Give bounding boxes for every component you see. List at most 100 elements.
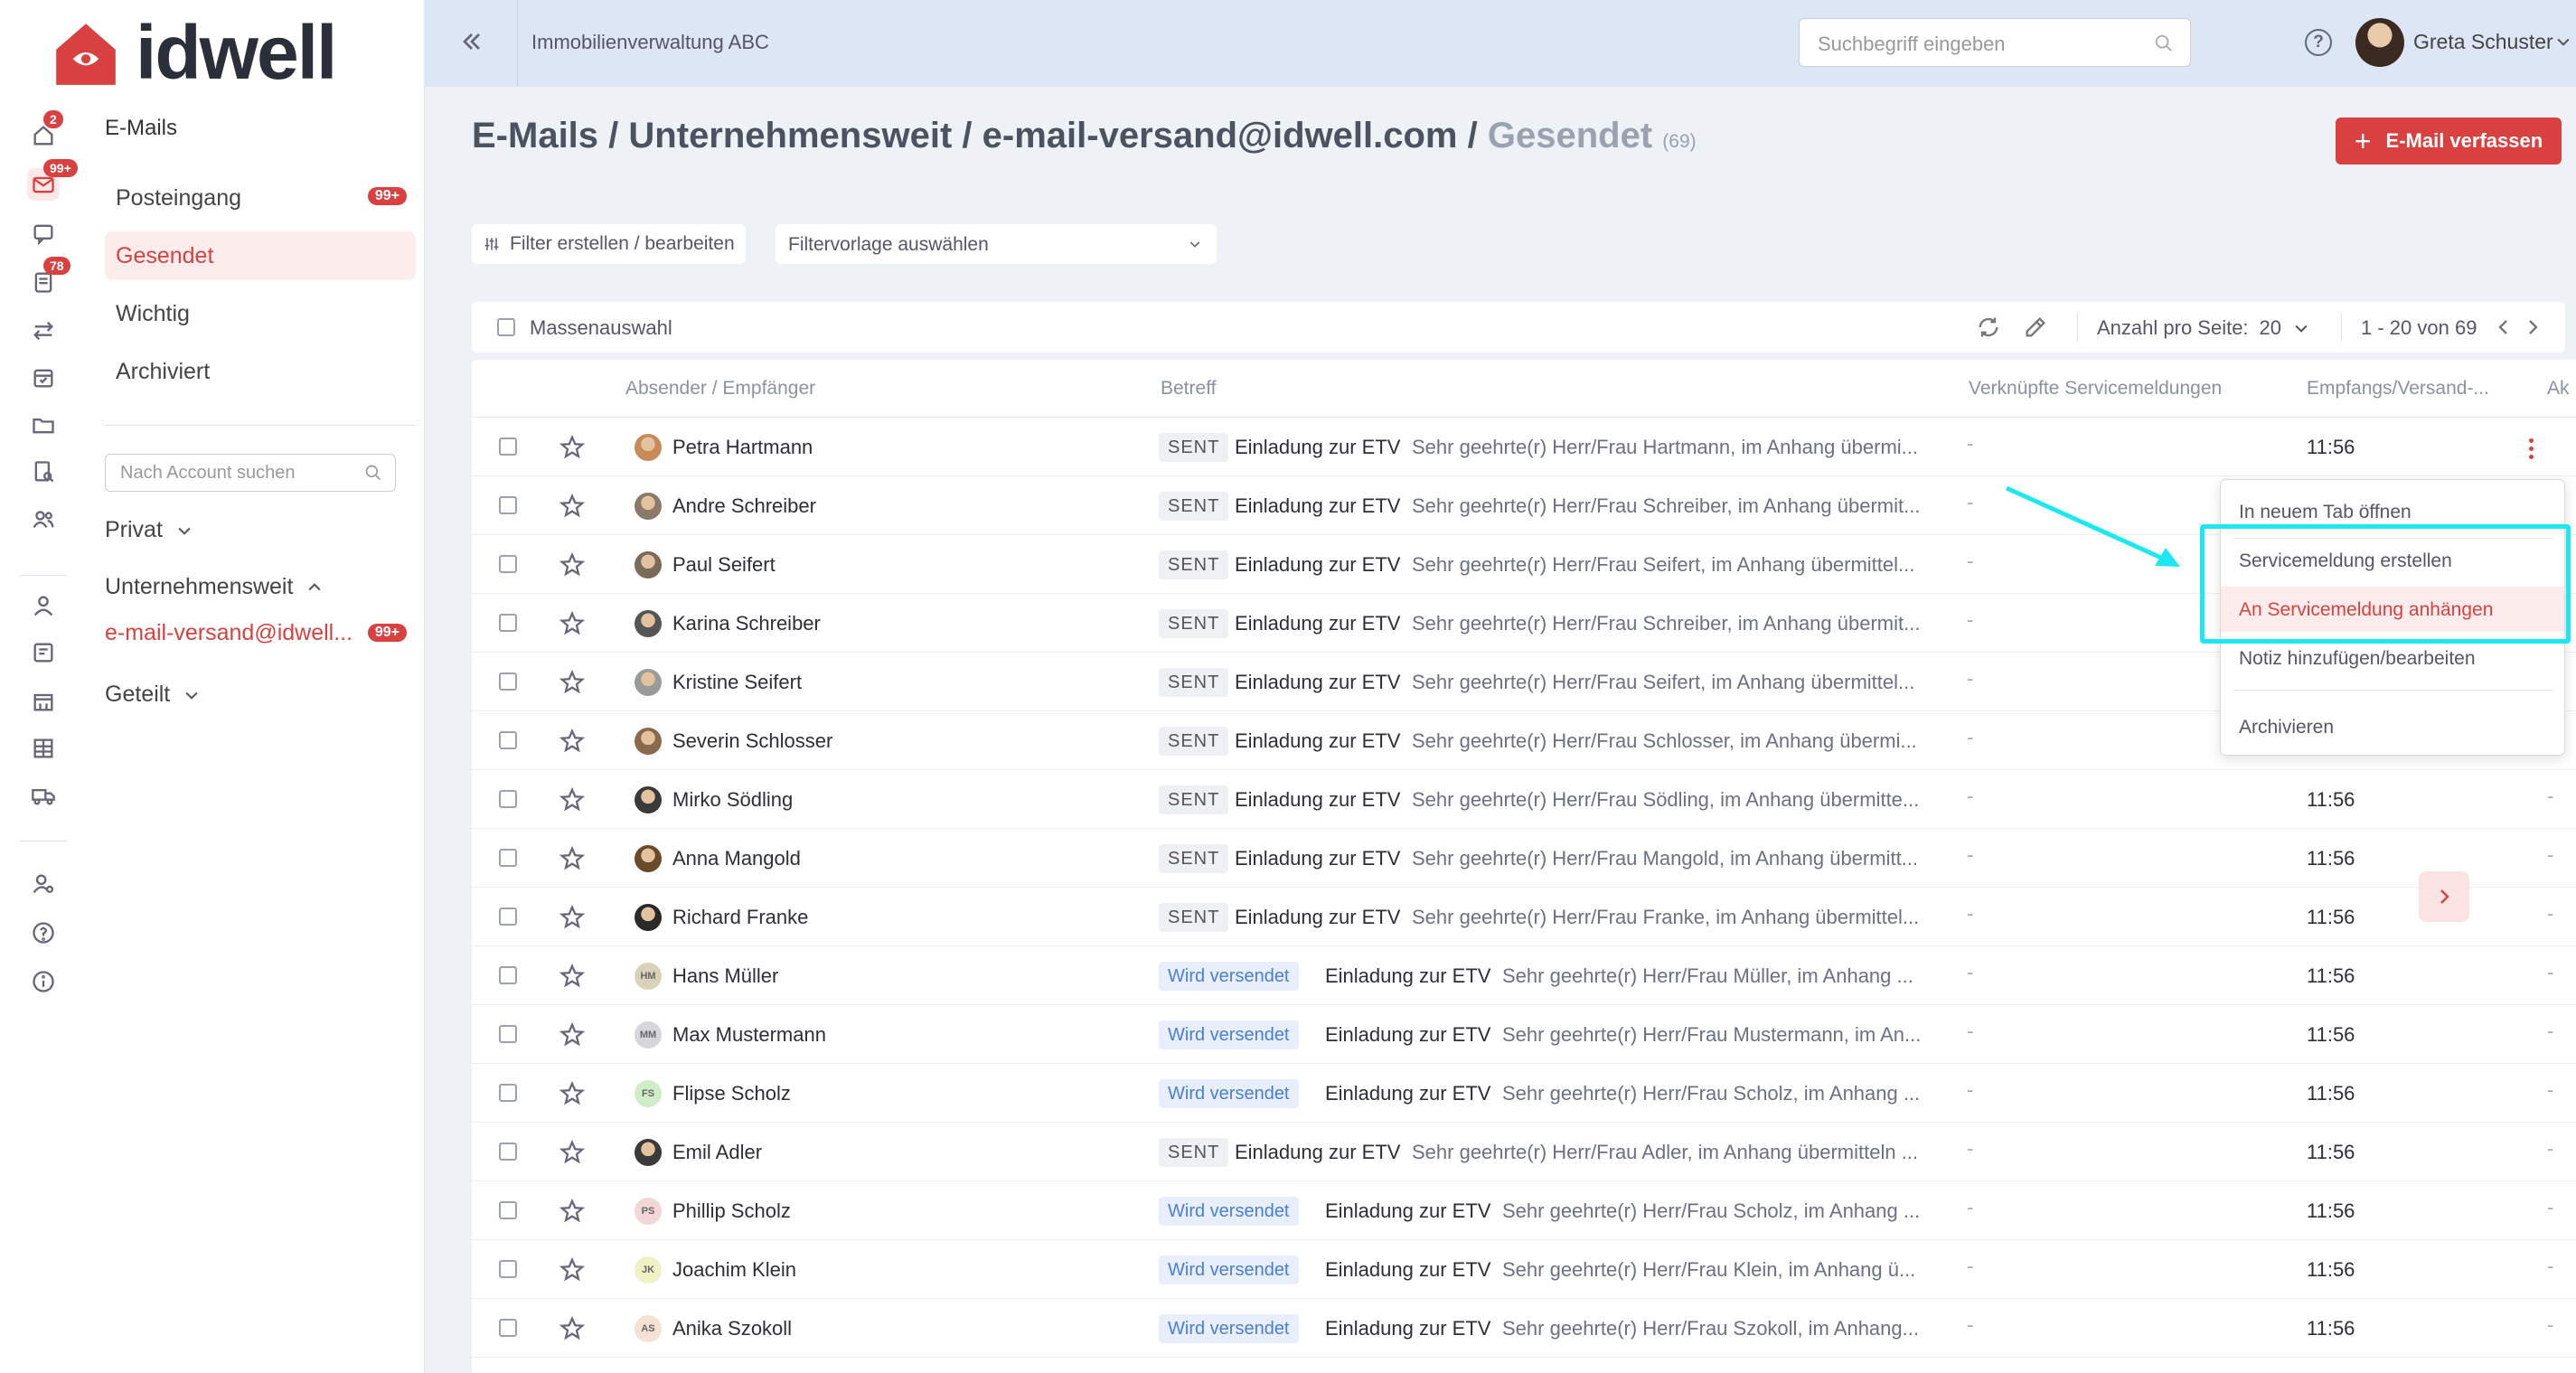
- document-search-icon: [34, 461, 54, 483]
- rail-folder-button[interactable]: [27, 409, 60, 441]
- row-checkbox[interactable]: [499, 1025, 517, 1043]
- rail-document-search-button[interactable]: [27, 456, 60, 488]
- rail-info-button[interactable]: [27, 965, 60, 998]
- star-button[interactable]: [559, 434, 586, 461]
- column-header-sender[interactable]: Absender / Empfänger: [625, 378, 815, 400]
- table-row[interactable]: Richard Franke SENT Einladung zur ETV Sehr …: [472, 888, 2576, 946]
- help-icon[interactable]: ?: [2305, 29, 2332, 56]
- mass-select-checkbox[interactable]: [497, 318, 515, 336]
- row-checkbox[interactable]: [499, 1084, 517, 1102]
- column-header-linked[interactable]: Verknüpfte Servicemeldungen: [1969, 378, 2222, 400]
- global-search-input[interactable]: Suchbegriff eingeben: [1799, 18, 2191, 67]
- folder-item[interactable]: Gesendet: [105, 231, 416, 280]
- prev-page-button[interactable]: [2493, 316, 2515, 338]
- menu-item-archive[interactable]: Archivieren: [2221, 704, 2564, 749]
- rail-person-button[interactable]: [27, 589, 60, 622]
- folder-item[interactable]: Posteingang 99+: [105, 174, 416, 222]
- row-checkbox[interactable]: [499, 731, 517, 749]
- rail-user-settings-button[interactable]: [27, 868, 60, 900]
- rail-tasks-button[interactable]: 78: [27, 257, 71, 298]
- row-checkbox[interactable]: [499, 1319, 517, 1337]
- star-button[interactable]: [559, 669, 586, 696]
- table-row[interactable]: Anna Mangold SENT Einladung zur ETV Sehr ge…: [472, 829, 2576, 888]
- rail-truck-button[interactable]: [27, 779, 60, 812]
- star-button[interactable]: [559, 786, 586, 813]
- star-button[interactable]: [559, 610, 586, 637]
- user-name[interactable]: Greta Schuster: [2413, 30, 2553, 54]
- filter-template-placeholder: Filtervorlage auswählen: [788, 234, 989, 255]
- group-private[interactable]: Privat: [105, 517, 193, 543]
- column-header-subject[interactable]: Betreff: [1161, 378, 1216, 400]
- row-checkbox[interactable]: [499, 1143, 517, 1161]
- rail-transfer-button[interactable]: [27, 315, 60, 347]
- avatar: [635, 669, 662, 696]
- breadcrumb-item[interactable]: E-Mails: [472, 116, 598, 155]
- account-item[interactable]: e-mail-versand@idwell... 99+: [105, 620, 416, 646]
- rail-chat-button[interactable]: [27, 217, 60, 249]
- table-row[interactable]: MM Max Mustermann Wird versendet Einladung …: [472, 1005, 2576, 1064]
- chevron-down-icon[interactable]: [2554, 33, 2572, 51]
- star-button[interactable]: [559, 551, 586, 578]
- rail-ledger-button[interactable]: [27, 732, 60, 765]
- star-button[interactable]: [559, 845, 586, 872]
- edit-button[interactable]: [2023, 315, 2048, 340]
- row-checkbox[interactable]: [499, 614, 517, 632]
- star-button[interactable]: [559, 1256, 586, 1284]
- scroll-right-button[interactable]: [2419, 871, 2469, 922]
- rail-mail-button[interactable]: 99+: [27, 159, 78, 201]
- table-row[interactable]: Mirko Södling SENT Einladung zur ETV Sehr g…: [472, 770, 2576, 829]
- folder-item[interactable]: Wichtig: [105, 289, 416, 338]
- row-checkbox[interactable]: [499, 672, 517, 691]
- refresh-button[interactable]: [1976, 315, 2001, 340]
- row-checkbox[interactable]: [499, 437, 517, 456]
- column-header-date[interactable]: Empfangs/Versand-...: [2307, 378, 2489, 400]
- rail-home-button[interactable]: 2: [27, 110, 63, 152]
- per-page-select[interactable]: Anzahl pro Seite: 20: [2097, 316, 2310, 340]
- table-row[interactable]: Petra Hartmann SENT Einladung zur ETV Sehr …: [472, 418, 2576, 476]
- star-button[interactable]: [559, 963, 586, 990]
- row-checkbox[interactable]: [499, 555, 517, 573]
- row-checkbox[interactable]: [499, 966, 517, 984]
- edit-filter-button[interactable]: Filter erstellen / bearbeiten: [472, 224, 746, 264]
- filter-template-select[interactable]: Filtervorlage auswählen: [776, 224, 1217, 264]
- row-checkbox[interactable]: [499, 907, 517, 926]
- star-button[interactable]: [559, 1021, 586, 1049]
- folder-label: Wichtig: [116, 300, 190, 326]
- table-row[interactable]: FS Flipse Scholz Wird versendet Einladung z…: [472, 1064, 2576, 1123]
- table-row[interactable]: JK Joachim Klein Wird versendet Einladung z…: [472, 1240, 2576, 1299]
- rail-help-button[interactable]: [27, 917, 60, 949]
- folder-item[interactable]: Archiviert: [105, 347, 416, 396]
- collapse-sidebar-button[interactable]: [457, 27, 490, 60]
- star-button[interactable]: [559, 904, 586, 931]
- next-page-button[interactable]: [2522, 316, 2543, 338]
- rail-contract-button[interactable]: [27, 636, 60, 669]
- group-shared[interactable]: Geteilt: [105, 682, 201, 708]
- breadcrumb-item[interactable]: Unternehmensweit: [628, 116, 952, 155]
- rail-building-button[interactable]: [27, 685, 60, 718]
- row-checkbox[interactable]: [499, 496, 517, 514]
- linked-service-reports: -: [1967, 1255, 1974, 1277]
- table-row[interactable]: AS Anika Szokoll Wird versendet Einladung z…: [472, 1299, 2576, 1358]
- star-button[interactable]: [559, 493, 586, 520]
- table-row[interactable]: Emil Adler SENT Einladung zur ETV Sehr geeh…: [472, 1123, 2576, 1181]
- star-button[interactable]: [559, 728, 586, 755]
- row-checkbox[interactable]: [499, 1201, 517, 1219]
- user-avatar[interactable]: [2355, 18, 2404, 67]
- account-search-input[interactable]: Nach Account suchen: [105, 454, 396, 492]
- group-company[interactable]: Unternehmensweit: [105, 574, 324, 600]
- row-checkbox[interactable]: [499, 790, 517, 808]
- star-button[interactable]: [559, 1315, 586, 1342]
- table-row[interactable]: PS Phillip Scholz Wird versendet Einladung …: [472, 1181, 2576, 1240]
- compose-email-button[interactable]: + E-Mail verfassen: [2336, 118, 2562, 165]
- rail-users-button[interactable]: [27, 503, 60, 535]
- row-checkbox[interactable]: [499, 849, 517, 867]
- row-actions-menu-button[interactable]: [2513, 430, 2549, 466]
- star-button[interactable]: [559, 1080, 586, 1107]
- star-button[interactable]: [559, 1139, 586, 1166]
- table-row[interactable]: HM Hans Müller Wird versendet Einladung zur…: [472, 946, 2576, 1005]
- rail-calendar-button[interactable]: [27, 362, 60, 394]
- breadcrumb-item[interactable]: e-mail-versand@idwell.com: [982, 116, 1458, 155]
- status-badge: SENT: [1159, 550, 1229, 579]
- row-checkbox[interactable]: [499, 1260, 517, 1278]
- star-button[interactable]: [559, 1198, 586, 1225]
